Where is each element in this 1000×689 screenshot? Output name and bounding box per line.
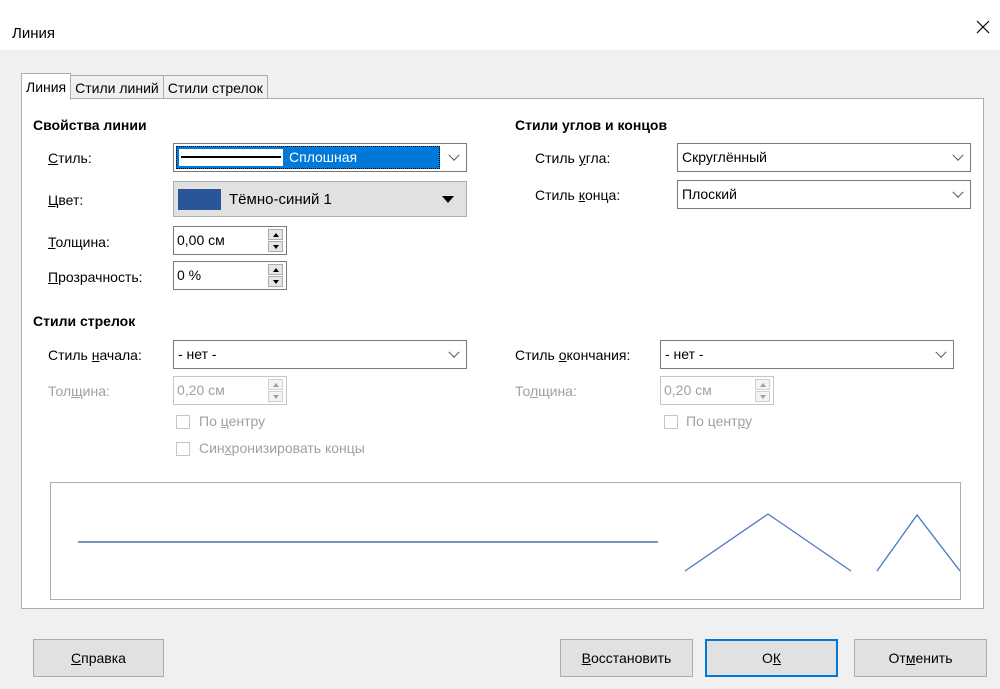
- end-width-value: 0,20 см: [664, 382, 712, 398]
- close-icon: [976, 20, 990, 34]
- center-end-label: По центру: [686, 413, 753, 429]
- arrow-styles-heading: Стили стрелок: [33, 313, 136, 329]
- end-style-dropdown[interactable]: - нет -: [660, 340, 954, 369]
- preview-wide-angle: [684, 513, 852, 572]
- cancel-button[interactable]: От м енить: [854, 639, 987, 677]
- tab-arrow-styles[interactable]: Стили стрелок: [162, 75, 268, 100]
- spin-down-icon[interactable]: [268, 276, 283, 287]
- cap-style-dropdown[interactable]: Плоский: [677, 180, 971, 209]
- transparency-value: 0 %: [177, 267, 202, 283]
- spin-up-icon[interactable]: [268, 229, 283, 240]
- sync-ends-label: Синхронизировать концы: [199, 440, 365, 456]
- width-label: Толщина:: [48, 234, 110, 250]
- line-color-button[interactable]: Тёмно-синий 1: [173, 181, 467, 217]
- end-style-value: - нет -: [665, 346, 704, 362]
- close-button[interactable]: [966, 10, 1000, 44]
- line-style-preview: [179, 149, 283, 166]
- spin-up-icon[interactable]: [268, 264, 283, 275]
- cap-style-label: Стиль конца:: [535, 187, 621, 203]
- reset-button[interactable]: Восстановить: [560, 639, 693, 677]
- ok-button[interactable]: ОК: [705, 639, 838, 677]
- corner-style-value: Скруглённый: [682, 149, 767, 165]
- spin-up-icon: [268, 379, 283, 390]
- color-swatch: [178, 189, 221, 210]
- start-style-value: - нет -: [178, 346, 217, 362]
- line-preview: [50, 482, 961, 600]
- line-style-selected: Сплошная: [176, 146, 440, 169]
- tab-line[interactable]: Линия: [21, 73, 72, 100]
- chevron-down-icon[interactable]: [442, 144, 466, 171]
- chevron-down-icon[interactable]: [946, 144, 970, 171]
- preview-drawing: [78, 513, 961, 572]
- start-width-label: Толщина:: [48, 383, 110, 399]
- line-style-value: Сплошная: [289, 149, 358, 165]
- transparency-spinner[interactable]: 0 %: [173, 261, 287, 290]
- chevron-down-icon[interactable]: [946, 181, 970, 208]
- preview-narrow-angle: [876, 513, 961, 572]
- color-label: Цвет:: [48, 192, 84, 208]
- sync-ends-checkbox: [176, 442, 190, 456]
- style-label: Стиль:: [48, 150, 92, 166]
- spin-down-icon: [268, 391, 283, 402]
- chevron-down-icon[interactable]: [929, 341, 953, 368]
- chevron-down-icon[interactable]: [442, 341, 466, 368]
- end-width-spinner: 0,20 см: [660, 376, 774, 405]
- start-width-spinner: 0,20 см: [173, 376, 287, 405]
- window-title: Линия: [12, 25, 56, 42]
- line-style-dropdown[interactable]: Сплошная: [173, 143, 467, 172]
- title-bar: Линия: [0, 0, 1000, 50]
- end-width-label: Толщина:: [515, 383, 577, 399]
- tab-bar: Линия Стили линий Стили стрелок: [21, 73, 268, 100]
- corner-cap-heading: Стили углов и концов: [515, 117, 668, 133]
- line-color-value: Тёмно-синий 1: [229, 191, 332, 208]
- corner-style-label: Стиль угла:: [535, 150, 611, 166]
- dropdown-triangle-icon: [442, 196, 454, 203]
- transparency-label: Прозрачность:: [48, 269, 143, 285]
- start-width-value: 0,20 см: [177, 382, 225, 398]
- start-style-dropdown[interactable]: - нет -: [173, 340, 467, 369]
- end-style-label: Стиль окончания:: [515, 347, 631, 363]
- line-width-value: 0,00 см: [177, 232, 225, 248]
- tab-line-styles[interactable]: Стили линий: [70, 75, 164, 100]
- line-properties-heading: Свойства линии: [33, 117, 147, 133]
- center-start-checkbox: [176, 415, 190, 429]
- corner-style-dropdown[interactable]: Скруглённый: [677, 143, 971, 172]
- center-end-checkbox: [664, 415, 678, 429]
- help-button[interactable]: Справка: [33, 639, 164, 677]
- spin-up-icon: [755, 379, 770, 390]
- line-width-spinner[interactable]: 0,00 см: [173, 226, 287, 255]
- cap-style-value: Плоский: [682, 186, 737, 202]
- spin-down-icon: [755, 391, 770, 402]
- spin-down-icon[interactable]: [268, 241, 283, 252]
- center-start-label: По центру: [199, 413, 266, 429]
- start-style-label: Стиль начала:: [48, 347, 142, 363]
